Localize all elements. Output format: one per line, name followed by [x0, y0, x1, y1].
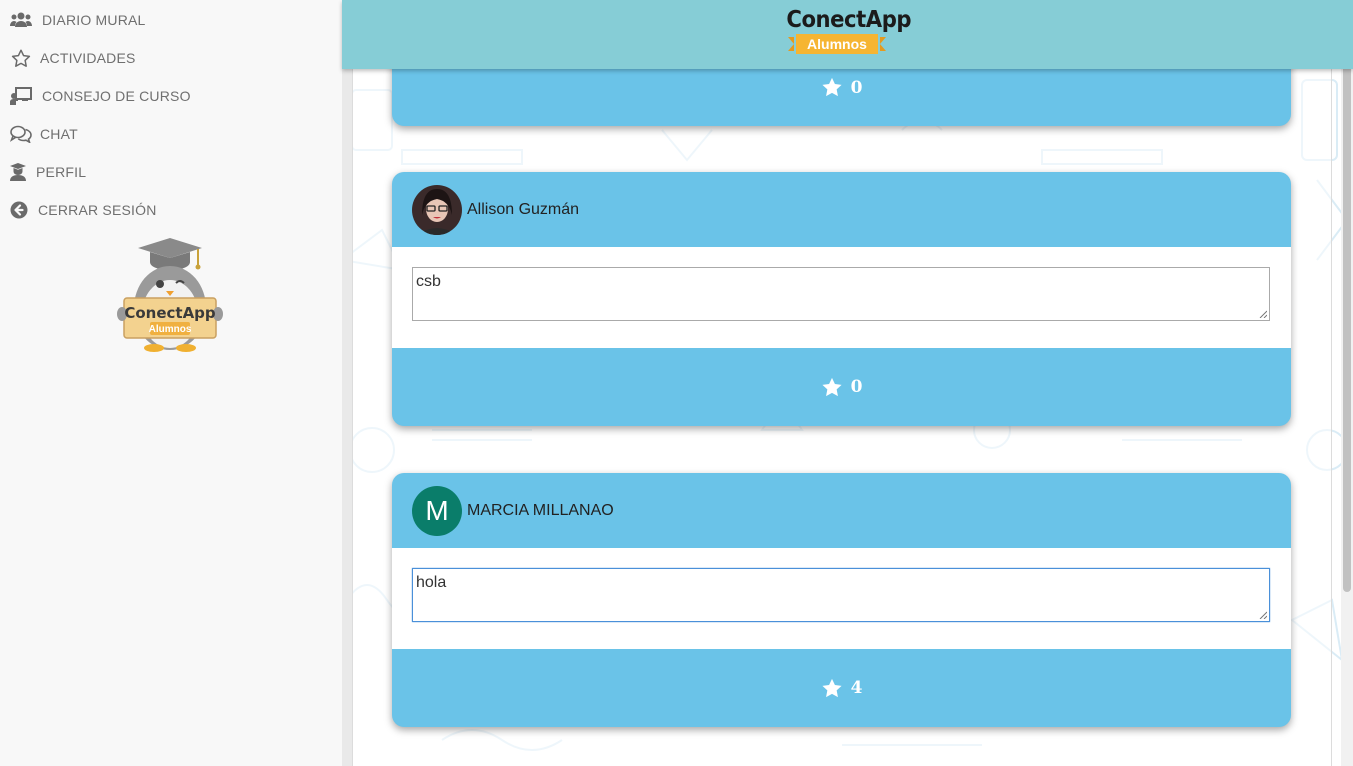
star-rating-button[interactable]: 0 — [821, 377, 863, 398]
users-icon — [10, 10, 32, 30]
star-rating-button[interactable]: 0 — [821, 77, 863, 98]
post-text: csb — [416, 273, 441, 290]
star-icon — [821, 77, 842, 97]
brand-subtitle: Alumnos — [788, 34, 886, 54]
star-outline-icon — [10, 48, 32, 68]
sidebar-item-label: CERRAR SESIÓN — [38, 202, 157, 218]
brand-logo[interactable]: ConectApp Alumnos — [782, 6, 912, 64]
sidebar-item-label: DIARIO MURAL — [42, 12, 146, 28]
comments-icon — [10, 124, 32, 144]
star-icon — [821, 678, 842, 697]
star-count: 0 — [850, 377, 863, 397]
sidebar-item-label: CHAT — [40, 126, 78, 142]
sidebar-item-diario-mural[interactable]: DIARIO MURAL — [10, 8, 146, 32]
sidebar-item-perfil[interactable]: PERFIL — [10, 160, 86, 184]
resize-handle-icon[interactable] — [1259, 611, 1267, 619]
scrollbar-thumb[interactable] — [1343, 2, 1351, 592]
post-card: M MARCIA MILLANAO hola 4 — [392, 473, 1291, 727]
post-footer: 4 — [392, 649, 1291, 727]
post-body: hola — [392, 548, 1291, 649]
post-text-area[interactable]: csb — [412, 267, 1270, 321]
sidebar-item-label: PERFIL — [36, 164, 87, 180]
post-header: Allison Guzmán — [392, 172, 1291, 247]
top-header: ConectApp Alumnos — [342, 0, 1353, 69]
star-icon — [821, 377, 842, 396]
chalkboard-teacher-icon — [10, 86, 32, 106]
sidebar: DIARIO MURAL ACTIVIDADES CONSEJO DE CURS… — [0, 0, 342, 766]
star-rating-button[interactable]: 4 — [821, 678, 863, 699]
arrow-circle-left-icon — [10, 200, 28, 220]
post-author: Allison Guzmán — [467, 200, 580, 218]
sidebar-item-consejo-de-curso[interactable]: CONSEJO DE CURSO — [10, 84, 191, 108]
conectapp-mascot-logo: ConectApp Alumnos — [116, 236, 224, 354]
resize-handle-icon[interactable] — [1259, 310, 1267, 318]
sidebar-item-chat[interactable]: CHAT — [10, 122, 78, 146]
sidebar-item-cerrar-sesion[interactable]: CERRAR SESIÓN — [10, 198, 157, 222]
sidebar-item-label: ACTIVIDADES — [40, 50, 136, 66]
content-left-edge — [342, 0, 352, 766]
user-graduate-icon — [10, 162, 26, 182]
logo-title: ConectApp — [124, 304, 216, 322]
post-text: hola — [416, 574, 447, 591]
avatar[interactable]: M — [412, 485, 462, 536]
post-body: csb — [392, 247, 1291, 348]
post-header: M MARCIA MILLANAO — [392, 473, 1291, 548]
post-text-area[interactable]: hola — [412, 568, 1270, 622]
brand-title: ConectApp — [786, 7, 912, 33]
star-count: 4 — [850, 678, 863, 698]
scrollbar[interactable] — [1341, 0, 1353, 766]
post-author: MARCIA MILLANAO — [467, 501, 614, 519]
sidebar-item-label: CONSEJO DE CURSO — [42, 88, 191, 104]
sidebar-item-actividades[interactable]: ACTIVIDADES — [10, 46, 136, 70]
avatar[interactable] — [412, 184, 462, 235]
star-count: 0 — [850, 77, 863, 98]
post-footer: 0 — [392, 348, 1291, 426]
post-card: Allison Guzmán csb 0 — [392, 172, 1291, 426]
logo-subtitle: Alumnos — [149, 324, 192, 335]
